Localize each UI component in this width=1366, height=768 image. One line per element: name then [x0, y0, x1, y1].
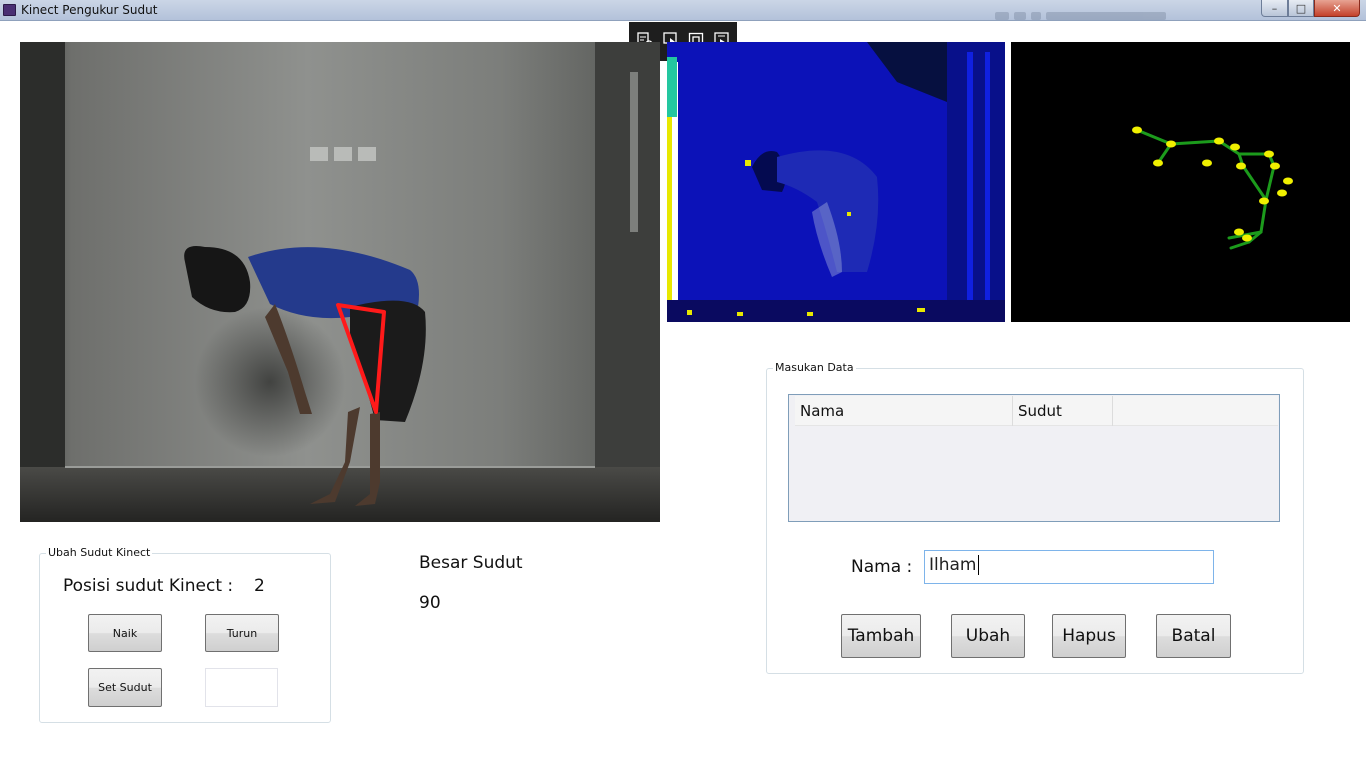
- window-controls: – □ ✕: [1261, 0, 1360, 18]
- set-sudut-button[interactable]: Set Sudut: [88, 668, 162, 707]
- masukan-data-legend: Masukan Data: [773, 361, 856, 374]
- posisi-sudut-value: 2: [254, 576, 265, 596]
- ubah-button[interactable]: Ubah: [951, 614, 1025, 658]
- close-button[interactable]: ✕: [1314, 0, 1360, 17]
- title-bar[interactable]: Kinect Pengukur Sudut – □ ✕: [0, 0, 1366, 21]
- besar-sudut-value: 90: [419, 593, 441, 613]
- skeleton-view: [1011, 42, 1350, 322]
- list-header: Nama Sudut: [795, 396, 1278, 426]
- nama-input[interactable]: Ilham: [924, 550, 1214, 584]
- besar-sudut-label: Besar Sudut: [419, 553, 523, 573]
- text-caret: [977, 555, 979, 575]
- window-title: Kinect Pengukur Sudut: [21, 3, 158, 17]
- taskbar-ghost: [995, 5, 1235, 20]
- nama-input-value: Ilham: [929, 555, 977, 575]
- nama-label: Nama :: [851, 557, 913, 577]
- color-camera-view: [20, 42, 660, 522]
- ubah-sudut-legend: Ubah Sudut Kinect: [46, 546, 153, 559]
- batal-button[interactable]: Batal: [1156, 614, 1231, 658]
- turun-button[interactable]: Turun: [205, 614, 279, 652]
- depth-camera-view: [667, 42, 1005, 322]
- hapus-button[interactable]: Hapus: [1052, 614, 1126, 658]
- data-list-view[interactable]: Nama Sudut: [788, 394, 1280, 522]
- minimize-button[interactable]: –: [1261, 0, 1288, 17]
- maximize-button[interactable]: □: [1288, 0, 1314, 17]
- column-header-sudut[interactable]: Sudut: [1013, 396, 1113, 426]
- app-icon: [3, 4, 16, 16]
- naik-button[interactable]: Naik: [88, 614, 162, 652]
- posisi-sudut-label: Posisi sudut Kinect :: [63, 576, 234, 596]
- set-sudut-input[interactable]: [205, 668, 278, 707]
- tambah-button[interactable]: Tambah: [841, 614, 921, 658]
- column-header-nama[interactable]: Nama: [795, 396, 1013, 426]
